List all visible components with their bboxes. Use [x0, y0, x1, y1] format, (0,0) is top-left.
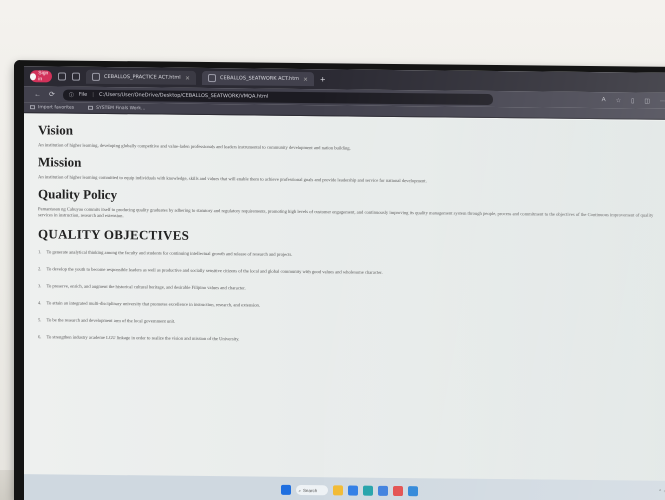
bookmark-import[interactable]: Import favorites [30, 105, 74, 110]
back-icon[interactable]: ← [34, 91, 41, 98]
collections-icon[interactable]: ◫ [644, 98, 650, 105]
more-icon[interactable]: ⋯ [660, 98, 665, 105]
store-icon[interactable] [362, 485, 373, 496]
folder-icon [30, 105, 35, 110]
favorite-icon[interactable]: ☆ [616, 97, 621, 104]
list-number: 3. [38, 283, 42, 289]
vscode-icon[interactable] [407, 486, 418, 497]
profile-button[interactable]: Sign in [30, 70, 52, 83]
profile-label: Sign in [38, 70, 49, 83]
list-text: To develop the youth to become responsib… [46, 266, 383, 275]
system-tray[interactable]: ⌃ ◔ [658, 489, 665, 495]
mail-icon[interactable] [377, 485, 388, 496]
bookmark-label: Import favorites [38, 104, 75, 111]
url-separator: | [92, 91, 94, 98]
close-icon[interactable]: × [303, 76, 308, 83]
list-item: 5. To be the research and development arm… [38, 317, 665, 330]
tab-actions-icon[interactable] [72, 72, 80, 81]
list-text: To attain an integrated multi-disciplina… [46, 300, 260, 308]
page-icon [88, 105, 94, 110]
vision-heading: Vision [38, 122, 73, 138]
list-text: To preserve, enrich, and augment the his… [46, 283, 246, 291]
chrome-icon[interactable] [392, 485, 403, 497]
list-number: 1. [38, 249, 42, 255]
url-scheme: File [78, 91, 88, 98]
toolbar-right: A ☆ ▯ ◫ ⋯ [602, 97, 665, 105]
windows-icon[interactable] [280, 484, 291, 495]
objectives-list: 1. To generate analytical thinking among … [38, 249, 665, 347]
list-item: 4. To attain an integrated multi-discipli… [38, 300, 665, 313]
refresh-icon[interactable]: ⟳ [49, 90, 55, 98]
list-number: 5. [38, 317, 42, 323]
bookmark-label: SYSTEM Finals Work... [96, 105, 146, 111]
list-item: 1. To generate analytical thinking among … [38, 249, 665, 262]
list-text: To strengthen industry academe LGU linka… [46, 334, 240, 342]
search-icon: ⌕ [298, 487, 302, 493]
bookmark-system[interactable]: SYSTEM Finals Work... [88, 105, 145, 111]
edge-icon[interactable] [347, 485, 358, 496]
list-number: 6. [38, 334, 42, 340]
read-aloud-icon[interactable]: A [602, 97, 606, 104]
new-tab-button[interactable]: + [320, 74, 325, 84]
workspaces-icon[interactable] [58, 72, 66, 81]
file-icon [92, 72, 100, 81]
explorer-icon[interactable] [332, 485, 343, 496]
list-item: 2. To develop the youth to become respons… [38, 266, 665, 279]
quality-objectives-heading: QUALITY OBJECTIVES [38, 226, 190, 243]
tab-label: CEBALLOS_SEATWORK ACT.htm [220, 75, 300, 82]
list-item: 6. To strengthen industry academe LGU lin… [38, 334, 665, 347]
search-label: Search [303, 487, 318, 493]
list-text: To generate analytical thinking among th… [46, 249, 293, 257]
quality-policy-heading: Quality Policy [38, 186, 118, 203]
split-icon[interactable]: ▯ [631, 97, 634, 104]
list-number: 4. [38, 300, 42, 306]
mission-text: An institution of higher learning commit… [38, 174, 427, 184]
tab-label: CEBALLOS_PRACTICE ACT.html [104, 73, 181, 81]
monitor: Sign in CEBALLOS_PRACTICE ACT.html × CEB… [14, 60, 665, 500]
screen: Sign in CEBALLOS_PRACTICE ACT.html × CEB… [24, 66, 665, 500]
taskbar-search[interactable]: ⌕ Search [295, 484, 328, 496]
list-item: 3. To preserve, enrich, and augment the h… [38, 283, 665, 296]
list-text: To be the research and development arm o… [46, 317, 176, 324]
url-path: C:/Users/User/OneDrive/Desktop/CEBALLOS_… [98, 91, 269, 100]
tab-practice-act[interactable]: CEBALLOS_PRACTICE ACT.html × [86, 69, 196, 85]
vision-text: An institution of higher learning, devel… [38, 142, 351, 151]
info-icon: ⓘ [68, 92, 74, 99]
mission-heading: Mission [38, 154, 82, 170]
quality-policy-text: Pamantasan ng Cabuyao commits itself to … [38, 206, 654, 219]
close-icon[interactable]: × [185, 74, 190, 81]
avatar [30, 72, 37, 80]
tab-seatwork-act[interactable]: CEBALLOS_SEATWORK ACT.htm × [202, 70, 315, 87]
page-content: Vision An institution of higher learning… [24, 114, 665, 500]
list-number: 2. [38, 266, 42, 272]
file-icon [208, 74, 216, 83]
